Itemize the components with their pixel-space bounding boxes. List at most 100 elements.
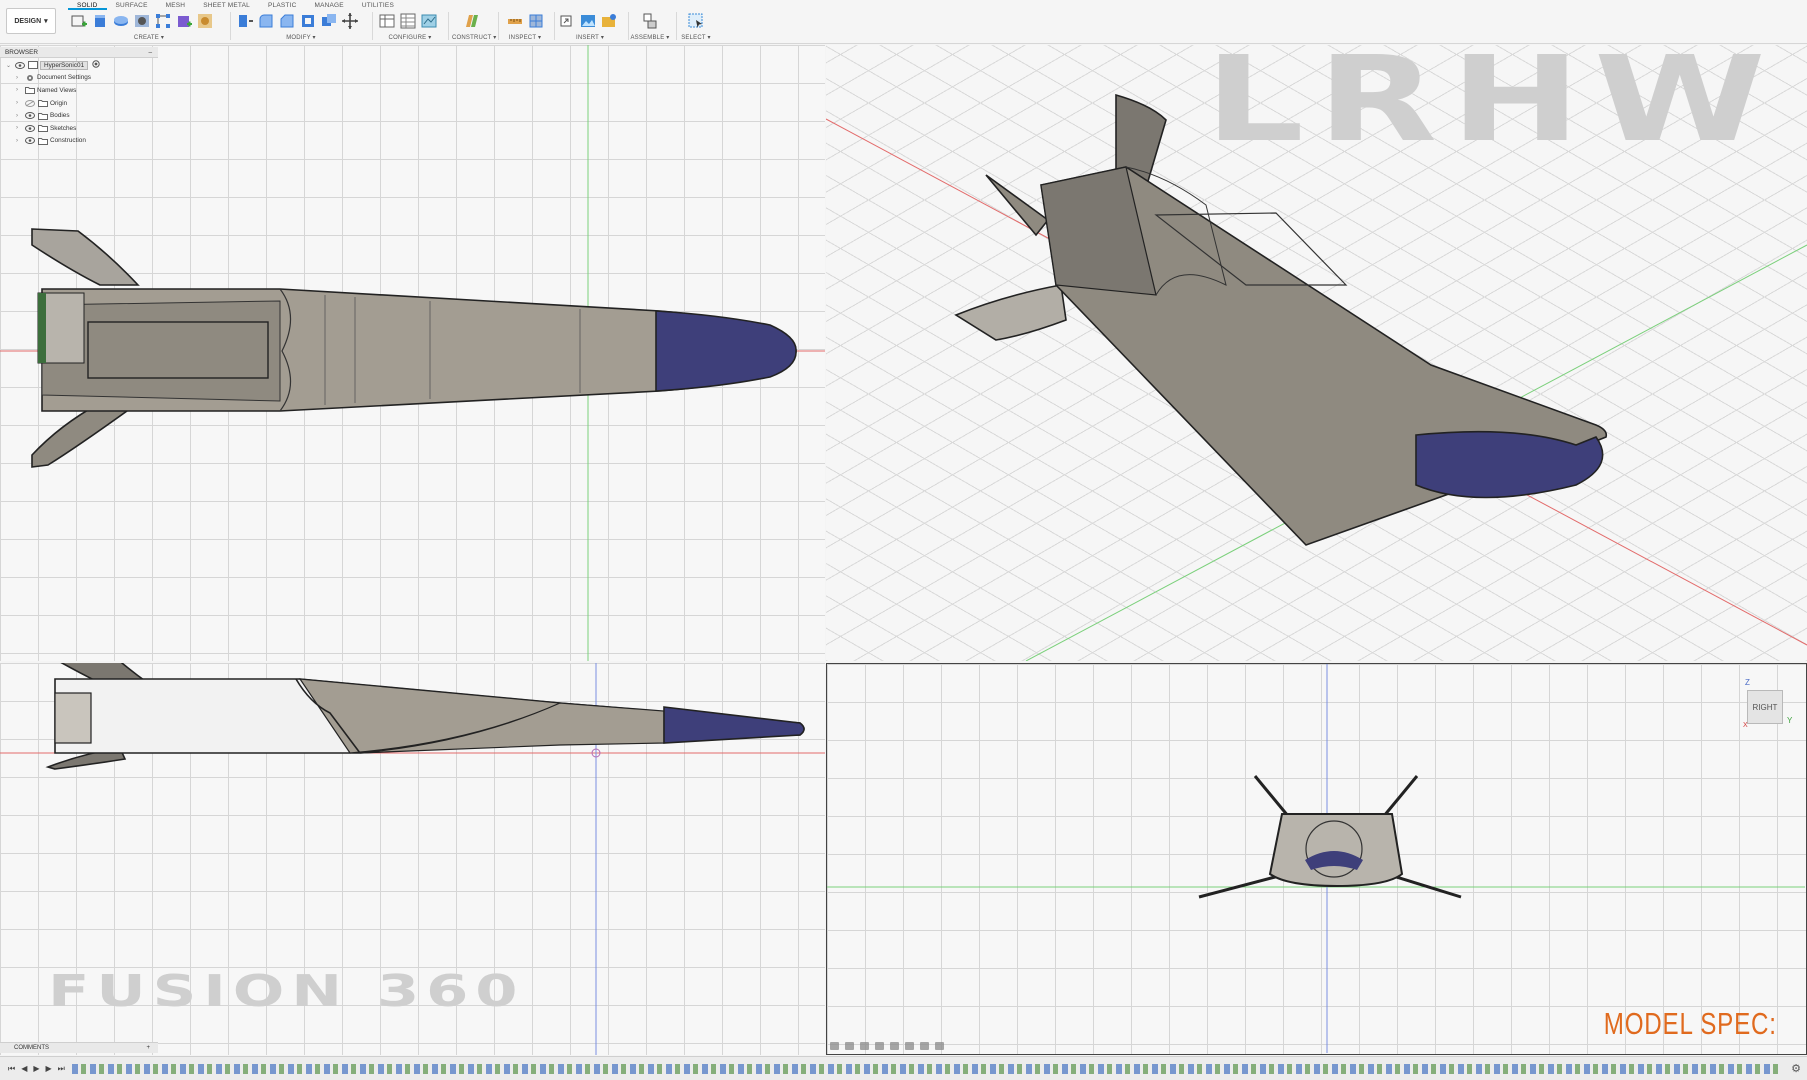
new-sketch-icon[interactable] [70,12,88,30]
browser-item-sketches[interactable]: › Sketches [6,122,158,135]
grid-settings-icon[interactable] [920,1042,929,1050]
step-forward-icon[interactable]: ▶ [46,1064,52,1074]
modify-label[interactable]: MODIFY ▾ [236,34,366,41]
viewport-right[interactable] [826,663,1807,1055]
gear-icon[interactable]: ⚙ [1791,1062,1801,1075]
view-cube-z-label: Z [1745,678,1750,687]
play-icon[interactable]: ▶ [33,1064,39,1074]
revolve-icon[interactable] [112,12,130,30]
measure-icon[interactable] [506,12,524,30]
insert-label[interactable]: INSERT ▾ [558,34,622,41]
select-icon[interactable] [687,12,705,30]
insert-canvas-icon[interactable] [579,12,597,30]
look-at-icon[interactable] [845,1042,854,1050]
folder-icon [24,86,35,95]
eye-hidden-icon[interactable] [24,99,35,107]
step-back-icon[interactable]: ◀ [21,1064,27,1074]
tab-plastic[interactable]: PLASTIC [259,0,306,10]
toolbar-tabs: SOLID SURFACE MESH SHEET METAL PLASTIC M… [68,0,403,10]
offset-plane-icon[interactable] [463,12,481,30]
viewports-icon[interactable] [935,1042,944,1050]
insert-derive-icon[interactable] [558,12,576,30]
configure-rule-icon[interactable] [420,12,438,30]
tab-solid[interactable]: SOLID [68,0,107,10]
construct-group: CONSTRUCT ▾ [452,12,496,42]
create-label[interactable]: CREATE ▾ [70,34,228,41]
expand-arrow-icon[interactable]: › [16,87,24,93]
insert-group: INSERT ▾ [558,12,622,42]
configure-table-icon[interactable] [378,12,396,30]
tab-mesh[interactable]: MESH [157,0,195,10]
select-label[interactable]: SELECT ▾ [680,34,712,41]
insert-mcmaster-icon[interactable] [600,12,618,30]
construct-label[interactable]: CONSTRUCT ▾ [452,34,496,41]
tab-surface[interactable]: SURFACE [107,0,157,10]
eye-icon[interactable] [24,137,35,145]
add-comment-button[interactable]: + [146,1043,150,1053]
toolbar-separator [676,12,677,40]
expand-arrow-icon[interactable]: › [16,138,24,144]
section-analysis-icon[interactable] [527,12,545,30]
parameters-icon[interactable] [399,12,417,30]
shell-icon[interactable] [299,12,317,30]
eye-icon[interactable] [24,124,35,132]
assemble-label[interactable]: ASSEMBLE ▾ [630,34,670,41]
expand-arrow-icon[interactable]: › [16,100,24,106]
timeline-features[interactable] [72,1064,1782,1074]
toolbar-separator [448,12,449,40]
timeline-controls: ⏮ ◀ ▶ ▶ ⏭ [8,1064,65,1074]
tab-sheet-metal[interactable]: SHEET METAL [194,0,259,10]
display-settings-icon[interactable] [905,1042,914,1050]
overlay-model-spec: MODEL SPEC: [1604,1006,1777,1041]
folder-icon [37,99,48,108]
select-group: SELECT ▾ [680,12,712,42]
inspect-group: INSPECT ▾ [502,12,548,42]
folder-icon [37,137,48,145]
box-icon[interactable] [175,12,193,30]
skip-start-icon[interactable]: ⏮ [8,1064,15,1074]
decal-icon[interactable] [196,12,214,30]
browser-item-named-views[interactable]: › Named Views [6,84,158,97]
fillet-icon[interactable] [257,12,275,30]
extrude-icon[interactable] [91,12,109,30]
move-icon[interactable] [341,12,359,30]
view-cube-face[interactable]: RIGHT [1747,690,1783,724]
tab-manage[interactable]: MANAGE [305,0,352,10]
activate-radio-icon[interactable] [92,60,100,70]
browser-header: BROWSER – [0,47,158,58]
fit-icon[interactable] [890,1042,899,1050]
expand-arrow-icon[interactable]: › [16,113,24,119]
pattern-icon[interactable] [154,12,172,30]
expand-arrow-icon[interactable]: › [16,75,24,81]
eye-icon[interactable] [14,61,25,69]
browser-root[interactable]: ⌄ HyperSonic01 [6,59,158,72]
browser-item-origin[interactable]: › Origin [6,97,158,110]
zoom-icon[interactable] [875,1042,884,1050]
chamfer-icon[interactable] [278,12,296,30]
joint-icon[interactable] [641,12,659,30]
pan-icon[interactable] [860,1042,869,1050]
skip-end-icon[interactable]: ⏭ [58,1064,65,1074]
hole-icon[interactable] [133,12,151,30]
combine-icon[interactable] [320,12,338,30]
browser-item-document-settings[interactable]: › Document Settings [6,72,158,85]
toolbar-separator [372,12,373,40]
inspect-label[interactable]: INSPECT ▾ [502,34,548,41]
browser-item-bodies[interactable]: › Bodies [6,109,158,122]
expand-arrow-icon[interactable]: ⌄ [6,62,14,69]
view-cube-x-label: X [1743,722,1748,729]
minus-icon[interactable]: – [148,47,152,57]
tab-utilities[interactable]: UTILITIES [353,0,403,10]
comments-panel[interactable]: COMMENTS + [0,1042,158,1053]
configure-label[interactable]: CONFIGURE ▾ [378,34,442,41]
orbit-icon[interactable] [830,1042,839,1050]
view-cube[interactable]: Z RIGHT Y X [1743,678,1795,730]
component-icon [27,61,38,70]
eye-icon[interactable] [24,112,35,120]
press-pull-icon[interactable] [236,12,254,30]
toolbar-separator [230,12,231,40]
browser-item-construction[interactable]: › Construction [6,135,158,148]
workspace-switcher[interactable]: DESIGN ▾ [6,8,56,34]
assemble-group: ASSEMBLE ▾ [630,12,670,42]
expand-arrow-icon[interactable]: › [16,125,24,131]
